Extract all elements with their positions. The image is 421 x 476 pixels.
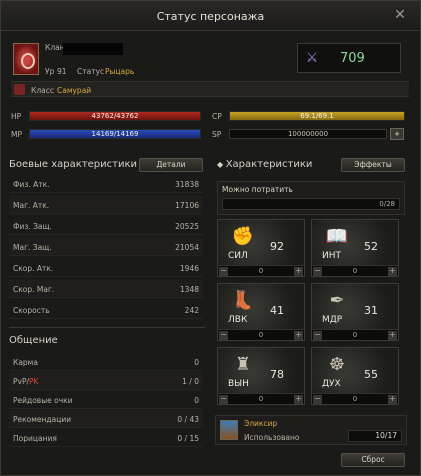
class-value: Самурай	[57, 86, 92, 95]
list-item: Физ. Защ. 20525	[9, 217, 203, 235]
list-item: Маг. Атк. 17106	[9, 196, 203, 214]
stat-dex: 👢 ЛВК 41 −0 +	[217, 283, 305, 341]
details-button[interactable]: Детали	[139, 158, 203, 172]
list-item: Физ. Атк. 31838	[9, 175, 203, 193]
cp-label: CP	[212, 112, 222, 121]
combat-power-box: ⚔ 709	[297, 43, 401, 73]
armor-icon: ♜	[234, 354, 252, 375]
combat-power-value: 709	[340, 51, 365, 66]
social-list: Карма 0 PvP/PK 1 / 0 Рейдовые очки 0 Рекоме…	[9, 353, 203, 449]
boot-icon: 👢	[231, 290, 255, 311]
combat-stats-list: Физ. Атк. 31838 Маг. Атк. 17106 Физ. Защ. 2…	[9, 175, 203, 327]
diamond-icon: ◆	[217, 160, 226, 169]
elixir-box: Эликсир Использовано 10/17	[215, 415, 407, 445]
class-icon	[14, 84, 25, 95]
level-label: Ур	[45, 67, 55, 76]
character-status-window: Статус персонажа ✕ Клан Ур 91 Статус Рыц…	[0, 0, 421, 476]
list-item: Скор. Маг. 1348	[9, 280, 203, 298]
stat-int: 📖 ИНТ 52 −0 +	[311, 219, 399, 277]
book-icon: 📖	[325, 226, 349, 247]
combat-section-title: Боевые характеристики	[9, 159, 137, 170]
mp-bar: 14169/14169	[29, 129, 201, 139]
sp-label: SP	[212, 130, 222, 139]
hp-bar: 43762/43762	[29, 111, 201, 121]
list-item: Рекомендации 0 / 43	[9, 410, 203, 428]
status-label: Статус	[77, 67, 105, 76]
class-label: Класс	[31, 86, 54, 95]
list-item: Маг. Защ. 21054	[9, 238, 203, 256]
mp-label: MP	[11, 130, 22, 139]
plus-button[interactable]: +	[294, 267, 303, 276]
plus-button[interactable]: +	[294, 395, 303, 404]
elixir-count: 10/17	[348, 430, 402, 442]
list-item: Скор. Атк. 1946	[9, 259, 203, 277]
sp-plus-button[interactable]: +	[390, 128, 404, 140]
quill-icon: ✒	[329, 290, 345, 311]
plus-button[interactable]: +	[388, 395, 397, 404]
spirit-icon: ☸	[328, 354, 346, 375]
stat-wit: ✒ МДР 31 −0 +	[311, 283, 399, 341]
stat-str: ✊ СИЛ 92 −0 +	[217, 219, 305, 277]
effects-button[interactable]: Эффекты	[341, 158, 405, 172]
divider	[9, 327, 205, 328]
status-value: Рыцарь	[105, 67, 135, 76]
plus-button[interactable]: +	[388, 331, 397, 340]
class-row: Класс Самурай	[11, 81, 409, 97]
reset-button[interactable]: Сброс	[341, 453, 405, 467]
sp-value: 100000000	[229, 129, 387, 139]
spend-value: 0/28	[222, 198, 400, 210]
stat-con: ♜ ВЫН 78 −0 +	[217, 347, 305, 405]
clan-emblem	[13, 43, 39, 75]
elixir-name: Эликсир	[244, 419, 278, 428]
list-item: Скорость 242	[9, 301, 203, 319]
list-item: Карма 0	[9, 353, 203, 371]
redacted-name	[63, 43, 123, 55]
clan-label: Клан	[45, 43, 65, 52]
window-title: Статус персонажа	[156, 10, 265, 23]
stat-men: ☸ ДУХ 55 −0 +	[311, 347, 399, 405]
hp-label: HP	[11, 112, 22, 121]
stats-section-title: ◆ Характеристики	[217, 159, 313, 170]
spend-label: Можно потратить	[222, 185, 293, 194]
fist-icon: ✊	[231, 226, 255, 247]
cp-bar: 69.1/69.1	[229, 111, 405, 121]
list-item: Рейдовые очки 0	[9, 391, 203, 409]
close-icon[interactable]: ✕	[392, 7, 408, 23]
elixir-used-label: Использовано	[244, 433, 300, 442]
list-item: Порицания 0 / 15	[9, 429, 203, 447]
crossed-swords-icon: ⚔	[305, 50, 319, 66]
title-bar: Статус персонажа ✕	[1, 1, 420, 31]
spend-points-box: Можно потратить 0/28	[217, 181, 405, 215]
plus-button[interactable]: +	[388, 267, 397, 276]
social-section-title: Общение	[9, 335, 58, 346]
list-item: PvP/PK 1 / 0	[9, 372, 203, 390]
level-value: 91	[57, 67, 67, 76]
plus-button[interactable]: +	[294, 331, 303, 340]
elixir-icon	[220, 420, 238, 440]
